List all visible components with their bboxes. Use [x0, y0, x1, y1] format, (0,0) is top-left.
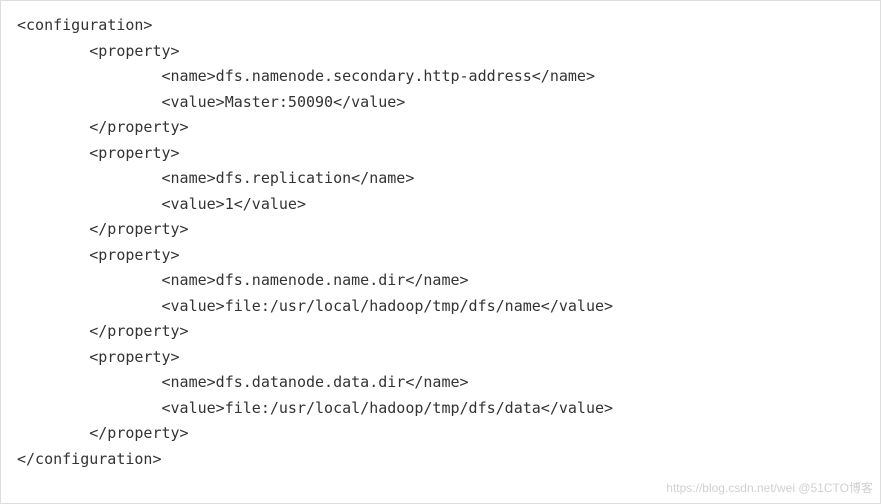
code-content: <configuration> <property> <name>dfs.nam… [17, 16, 613, 468]
xml-config-code-block: <configuration> <property> <name>dfs.nam… [0, 0, 881, 504]
